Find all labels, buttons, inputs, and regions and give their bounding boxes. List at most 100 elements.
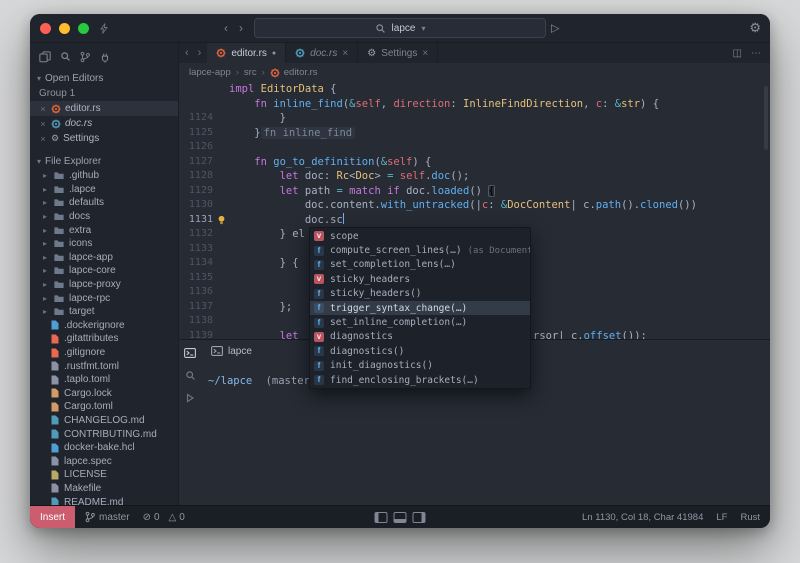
forward-button[interactable]: ›: [239, 21, 243, 35]
toggle-left-panel-icon[interactable]: [374, 511, 388, 523]
file-tree-item[interactable]: README.md: [30, 495, 178, 505]
window-close-button[interactable]: [40, 22, 51, 34]
breadcrumb-item[interactable]: lapce-app: [189, 67, 231, 78]
file-tree-item[interactable]: .gitignore: [30, 346, 178, 360]
language-mode[interactable]: Rust: [740, 512, 760, 523]
mode-indicator[interactable]: Insert: [30, 506, 76, 528]
editor-tab[interactable]: ⚙ Settings ×: [358, 43, 439, 63]
split-editor-icon[interactable]: ◫: [733, 48, 742, 59]
file-icon: [51, 388, 59, 398]
completion-label: find_enclosing_brackets(…): [330, 374, 479, 386]
file-name: README.md: [64, 496, 124, 505]
titlebar[interactable]: ‹ › lapce ▾ ▷ ⚙: [30, 14, 770, 43]
completion-item[interactable]: v sticky_headers: [310, 272, 530, 286]
file-tree-item[interactable]: CHANGELOG.md: [30, 414, 178, 428]
file-tree-item[interactable]: lapce.spec: [30, 454, 178, 468]
rust-file-icon: [270, 67, 280, 78]
gear-icon: ⚙: [367, 47, 377, 59]
file-icon: [51, 348, 59, 358]
completion-item[interactable]: v scope: [310, 229, 530, 243]
diagnostics-indicator[interactable]: ⊘ 0 △ 0: [143, 512, 185, 523]
function-kind-icon: f: [314, 346, 324, 357]
file-tree-item[interactable]: ▸ defaults: [30, 196, 178, 210]
completion-item[interactable]: v diagnostics: [310, 330, 530, 344]
file-tree-item[interactable]: .dockerignore: [30, 319, 178, 333]
breadcrumb-label: editor.rs: [283, 67, 318, 78]
close-icon[interactable]: ×: [39, 104, 47, 114]
completion-item[interactable]: f trigger_syntax_change(…): [310, 300, 530, 316]
file-tree-item[interactable]: ▸ lapce-rpc: [30, 291, 178, 305]
window-zoom-button[interactable]: [78, 22, 89, 34]
debug-panel-icon[interactable]: [185, 393, 195, 403]
terminal-tab[interactable]: lapce: [205, 346, 258, 357]
file-tree-item[interactable]: .gitattributes: [30, 332, 178, 346]
completion-item[interactable]: f find_enclosing_brackets(…): [310, 373, 530, 387]
command-palette[interactable]: lapce ▾: [254, 18, 546, 38]
file-tree-item[interactable]: ▸ .github: [30, 169, 178, 183]
editor-scrollbar[interactable]: [764, 86, 768, 150]
file-explorer-header[interactable]: ▾ File Explorer: [30, 154, 178, 169]
chevron-down-icon: ▾: [37, 74, 42, 83]
editor-tab[interactable]: editor.rs ●: [207, 43, 287, 63]
open-editor-item[interactable]: × doc.rs: [30, 116, 178, 131]
window-minimize-button[interactable]: [59, 22, 70, 34]
completion-item[interactable]: f set_inline_completion(…): [310, 315, 530, 329]
terminal-panel-icon[interactable]: [184, 348, 196, 358]
open-editor-item[interactable]: × ⚙ Settings: [30, 131, 178, 146]
file-tree-item[interactable]: Cargo.lock: [30, 387, 178, 401]
tab-scroll-right-icon[interactable]: ›: [195, 47, 205, 59]
file-tree-item[interactable]: .rustfmt.toml: [30, 359, 178, 373]
more-actions-icon[interactable]: ⋯: [751, 48, 761, 59]
file-tree-item[interactable]: ▸ extra: [30, 223, 178, 237]
activity-extensions-button[interactable]: [95, 49, 115, 65]
open-editors-list: × editor.rs × doc.rs × ⚙ Settings: [30, 101, 178, 146]
close-icon[interactable]: ×: [422, 48, 428, 59]
git-branch-indicator[interactable]: master: [85, 511, 130, 523]
activity-search-button[interactable]: [55, 49, 75, 65]
file-tree-item[interactable]: .taplo.toml: [30, 373, 178, 387]
activity-explorer-button[interactable]: [35, 49, 55, 65]
toggle-right-panel-icon[interactable]: [412, 511, 426, 523]
toggle-bottom-panel-icon[interactable]: [393, 511, 407, 523]
file-tree-item[interactable]: ▸ icons: [30, 237, 178, 251]
gutter-slot: [213, 111, 229, 126]
completion-item[interactable]: f compute_screen_lines(…) (as Document): [310, 243, 530, 257]
search-panel-icon[interactable]: [185, 370, 196, 381]
completion-item[interactable]: f init_diagnostics(): [310, 359, 530, 373]
tab-scroll-left-icon[interactable]: ‹: [182, 47, 192, 59]
editor-tab[interactable]: doc.rs ×: [286, 43, 359, 63]
close-icon[interactable]: ×: [39, 119, 47, 129]
completion-item[interactable]: f diagnostics(): [310, 344, 530, 358]
file-tree-item[interactable]: Makefile: [30, 482, 178, 496]
open-editors-header[interactable]: ▾ Open Editors: [30, 71, 178, 86]
file-name: CONTRIBUTING.md: [64, 428, 157, 440]
completion-item[interactable]: f sticky_headers(): [310, 287, 530, 301]
file-name: icons: [69, 238, 93, 250]
open-editor-item[interactable]: × editor.rs: [30, 101, 178, 116]
completion-item[interactable]: f set_completion_lens(…): [310, 258, 530, 272]
error-icon: ⊘: [142, 511, 151, 523]
file-tree-item[interactable]: ▸ lapce-proxy: [30, 278, 178, 292]
breadcrumb-item[interactable]: src: [244, 67, 257, 78]
line-ending[interactable]: LF: [716, 512, 727, 523]
rust-file-icon: [216, 48, 226, 58]
run-button[interactable]: ▷: [551, 22, 559, 35]
settings-gear-button[interactable]: ⚙: [749, 20, 761, 36]
cursor-position[interactable]: Ln 1130, Col 18, Char 41984: [582, 512, 703, 523]
activity-source-control-button[interactable]: [75, 49, 95, 65]
file-tree-item[interactable]: LICENSE: [30, 468, 178, 482]
file-tree-item[interactable]: docker-bake.hcl: [30, 441, 178, 455]
back-button[interactable]: ‹: [224, 21, 228, 35]
file-tree-item[interactable]: ▸ .lapce: [30, 183, 178, 197]
lightbulb-icon[interactable]: [213, 213, 229, 228]
file-tree-item[interactable]: ▸ lapce-core: [30, 264, 178, 278]
file-tree-item[interactable]: Cargo.toml: [30, 400, 178, 414]
file-tree-item[interactable]: ▸ docs: [30, 210, 178, 224]
file-tree-item[interactable]: ▸ lapce-app: [30, 251, 178, 265]
close-icon[interactable]: ×: [39, 134, 47, 144]
breadcrumb-item[interactable]: editor.rs: [270, 67, 318, 78]
close-icon[interactable]: ×: [342, 48, 348, 59]
file-tree-item[interactable]: ▸ target: [30, 305, 178, 319]
file-tree-item[interactable]: CONTRIBUTING.md: [30, 427, 178, 441]
remote-connection-icon[interactable]: [100, 22, 108, 34]
